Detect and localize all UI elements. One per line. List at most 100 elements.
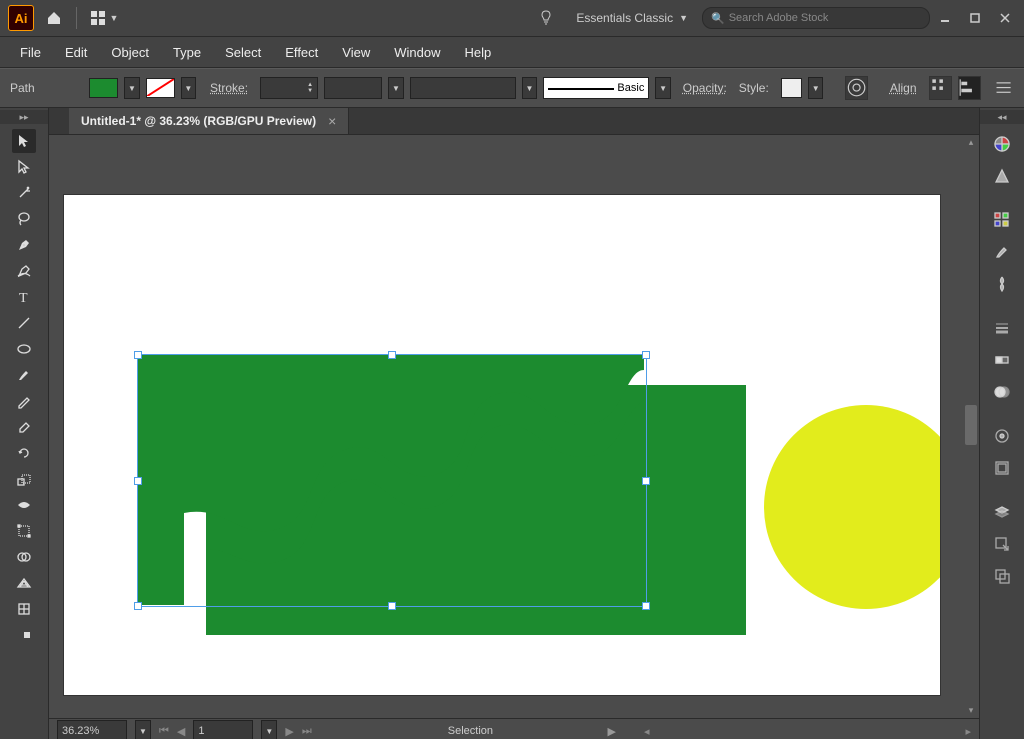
appearance-panel-button[interactable] [988,422,1016,450]
menu-type[interactable]: Type [161,41,213,64]
vstroke-profile[interactable] [324,77,382,99]
window-maximize-button[interactable] [960,6,990,30]
menu-help[interactable]: Help [452,41,503,64]
rpanel-collapse-button[interactable]: ◂◂ [980,110,1024,124]
style-dropdown[interactable]: ▼ [808,77,823,99]
line-tool[interactable] [12,311,36,335]
artboard-index-input[interactable]: 1 [193,720,253,739]
scroll-thumb[interactable] [965,405,977,445]
asset-export-panel-button[interactable] [988,530,1016,558]
free-transform-tool[interactable] [12,519,36,543]
perspective-grid-tool[interactable] [12,571,36,595]
stroke-swatch[interactable] [146,78,175,98]
home-button[interactable] [40,4,68,32]
hscroll-right[interactable]: ▸ [965,725,971,738]
magic-wand-tool[interactable] [12,181,36,205]
rotate-tool[interactable] [12,441,36,465]
scale-tool[interactable] [12,467,36,491]
color-panel-button[interactable] [988,130,1016,158]
align-button-1[interactable] [929,76,952,100]
menu-effect[interactable]: Effect [273,41,330,64]
document-tab-title: Untitled-1* @ 36.23% (RGB/GPU Preview) [81,114,316,128]
discover-button[interactable] [532,4,560,32]
yellow-circle[interactable] [764,405,940,609]
mesh-tool[interactable] [12,597,36,621]
search-stock-input[interactable]: 🔍 Search Adobe Stock [702,7,930,29]
pencil-tool[interactable] [12,389,36,413]
workspace-switcher[interactable]: Essentials Classic ▼ [568,7,696,29]
document-tab[interactable]: Untitled-1* @ 36.23% (RGB/GPU Preview) × [69,108,349,134]
brush-label: Basic [617,82,644,94]
transparency-panel-button[interactable] [988,378,1016,406]
artboards-panel-button[interactable] [988,562,1016,590]
brush-def-box[interactable] [410,77,516,99]
swatches-panel-button[interactable] [988,206,1016,234]
brush-basic-box[interactable]: Basic [543,77,649,99]
gradient-panel-button[interactable] [988,346,1016,374]
vertical-scrollbar[interactable]: ▴ ▾ [963,135,979,718]
canvas[interactable]: ▴ ▾ [49,135,979,718]
artboard-nav-first[interactable]: ⏮ [159,725,169,738]
menu-view[interactable]: View [330,41,382,64]
type-tool[interactable]: T [12,285,36,309]
curvature-tool[interactable] [12,259,36,283]
menu-select[interactable]: Select [213,41,273,64]
tools-panel: ▸▸ T [0,108,49,739]
stroke-dropdown[interactable]: ▼ [181,77,196,99]
artboard-dropdown[interactable]: ▼ [261,720,277,739]
ellipse-tool[interactable] [12,337,36,361]
layers-panel-button[interactable] [988,498,1016,526]
style-swatch[interactable] [781,78,802,98]
artboard-nav-next[interactable]: ▶ [285,725,293,738]
arrange-documents-button[interactable]: ▼ [85,4,123,32]
width-tool[interactable] [12,493,36,517]
zoom-level-input[interactable]: 36.23% [57,720,127,739]
fill-swatch[interactable] [89,78,118,98]
selection-tool[interactable] [12,129,36,153]
control-bar: Path ▼ ▼ Stroke: ▲▼ ▼ ▼ Basic ▼ Opacity:… [0,68,1024,108]
style-label: Style: [739,81,769,95]
brush-dropdown[interactable]: ▼ [655,77,670,99]
menu-edit[interactable]: Edit [53,41,99,64]
color-guide-panel-button[interactable] [988,162,1016,190]
status-tool-label: Selection [448,725,493,737]
tools-collapse-button[interactable]: ▸▸ [0,110,48,124]
brushes-panel-button[interactable] [988,238,1016,266]
menu-file[interactable]: File [8,41,53,64]
eraser-tool[interactable] [12,415,36,439]
stroke-panel-button[interactable] [988,314,1016,342]
app-logo: Ai [8,5,34,31]
recolor-button[interactable] [845,76,868,100]
gradient-tool[interactable] [12,623,36,647]
scroll-up-icon[interactable]: ▴ [963,137,979,148]
fill-dropdown[interactable]: ▼ [124,77,139,99]
vstroke-dropdown[interactable]: ▼ [388,77,403,99]
hscroll-left[interactable]: ◂ [644,725,650,738]
graphic-styles-panel-button[interactable] [988,454,1016,482]
status-play-icon[interactable]: ▶ [607,725,615,738]
pen-tool[interactable] [12,233,36,257]
close-tab-button[interactable]: × [328,113,336,129]
scroll-down-icon[interactable]: ▾ [963,705,979,716]
title-bar: Ai ▼ Essentials Classic ▼ 🔍 Search Adobe… [0,0,1024,37]
window-close-button[interactable] [990,6,1020,30]
artboard-nav-last[interactable]: ⏭ [302,725,312,738]
artboard-nav-prev[interactable]: ◀ [177,725,185,738]
panel-menu-button[interactable] [993,77,1014,99]
menu-object[interactable]: Object [99,41,161,64]
shape-builder-tool[interactable] [12,545,36,569]
symbols-panel-button[interactable] [988,270,1016,298]
search-icon: 🔍 [711,12,725,25]
zoom-dropdown[interactable]: ▼ [135,720,151,739]
window-minimize-button[interactable] [930,6,960,30]
align-label: Align [890,81,917,95]
menu-window[interactable]: Window [382,41,452,64]
lasso-tool[interactable] [12,207,36,231]
direct-selection-tool[interactable] [12,155,36,179]
document-tab-row: Untitled-1* @ 36.23% (RGB/GPU Preview) × [49,108,979,135]
align-button-2[interactable] [958,76,981,100]
brush-def-dropdown[interactable]: ▼ [522,77,537,99]
paintbrush-tool[interactable] [12,363,36,387]
stroke-weight-input[interactable]: ▲▼ [260,77,318,99]
separator [76,7,77,29]
